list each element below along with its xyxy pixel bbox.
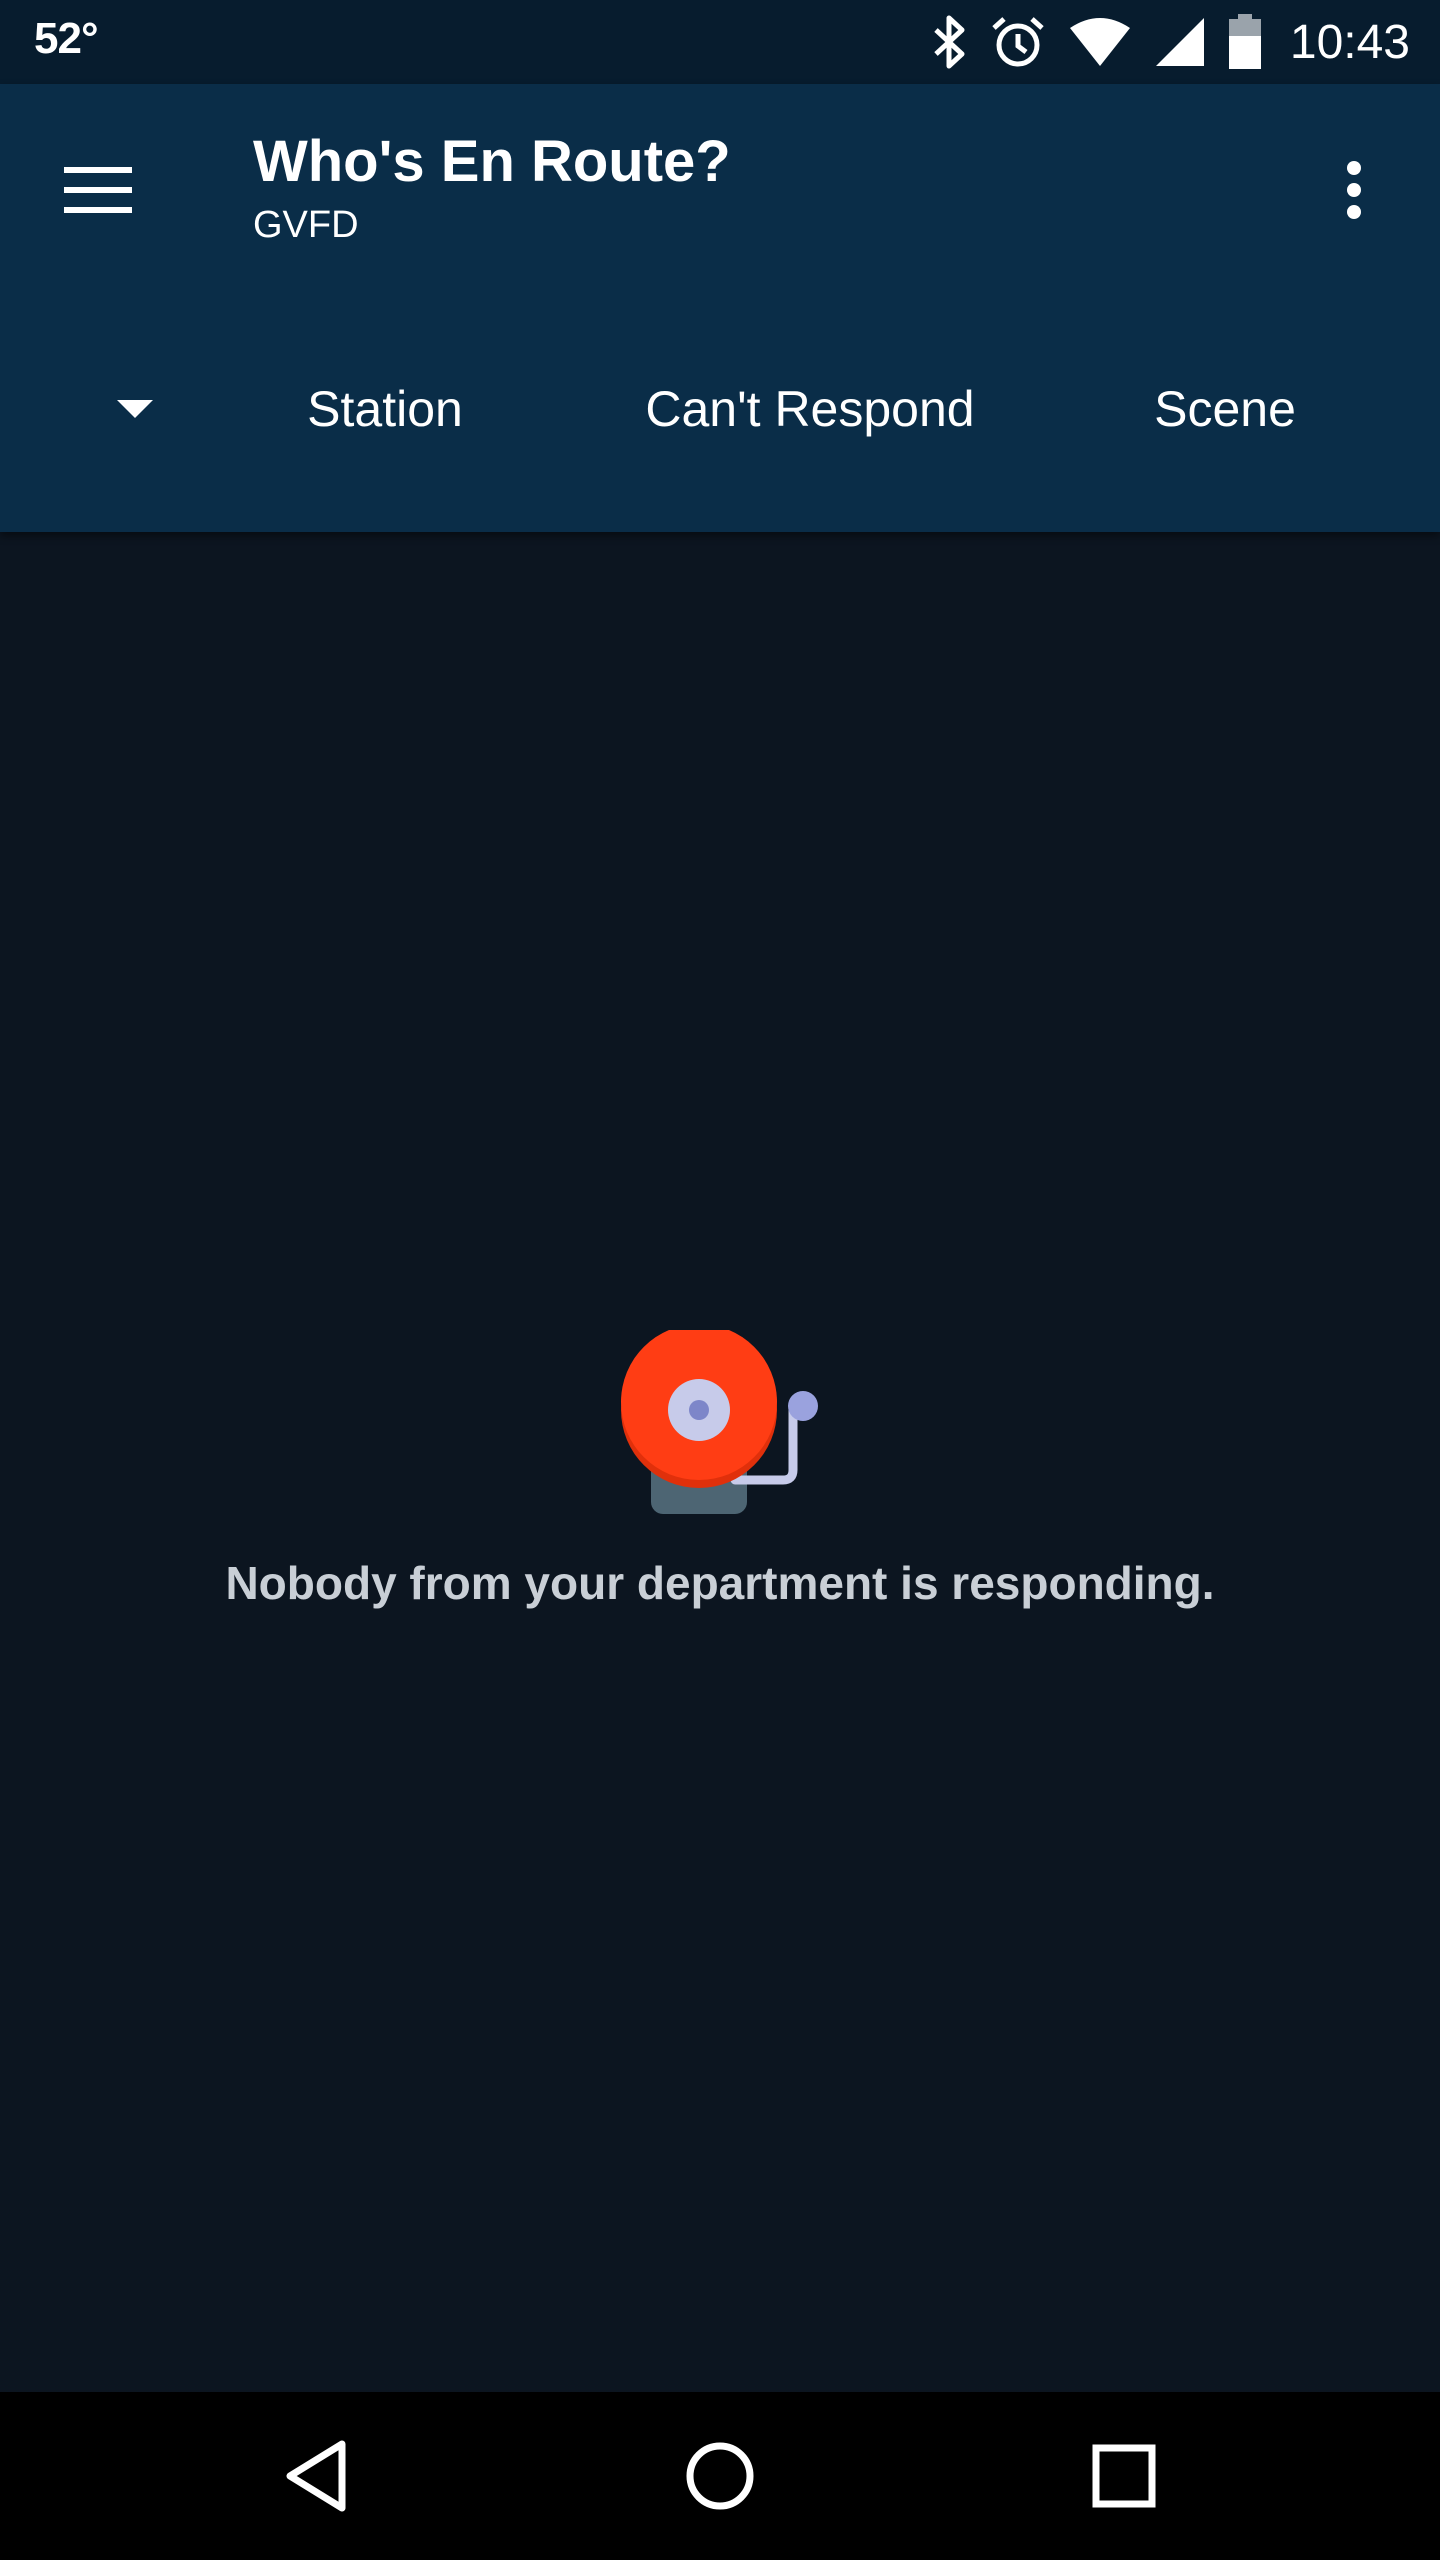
app-screen: 52° 10:43 Who's En Route? GVFD Station C… <box>0 0 1440 2560</box>
hamburger-menu-icon <box>64 167 132 213</box>
fire-alarm-bell-icon <box>615 1324 835 1530</box>
tab-scene[interactable]: Scene <box>1110 354 1340 464</box>
page-title: Who's En Route? <box>253 129 731 194</box>
status-tabs: Station Can't Respond Scene <box>0 354 1440 464</box>
system-nav-bar <box>0 2392 1440 2560</box>
title-block: Who's En Route? GVFD <box>253 120 731 250</box>
wifi-icon <box>1068 16 1132 68</box>
bluetooth-icon <box>932 14 968 70</box>
battery-icon <box>1228 14 1262 70</box>
back-button[interactable] <box>266 2426 366 2526</box>
tab-station[interactable]: Station <box>245 354 525 464</box>
tab-dropdown[interactable] <box>90 354 180 464</box>
recents-button[interactable] <box>1074 2426 1174 2526</box>
menu-button[interactable] <box>52 144 144 236</box>
home-button[interactable] <box>670 2426 770 2526</box>
home-icon <box>686 2442 754 2510</box>
cell-signal-icon <box>1154 16 1206 68</box>
app-bar: Who's En Route? GVFD Station Can't Respo… <box>0 84 1440 532</box>
department-subtitle: GVFD <box>253 204 359 246</box>
tab-cant-respond[interactable]: Can't Respond <box>610 354 1010 464</box>
more-vert-icon <box>1347 161 1361 219</box>
overflow-menu-button[interactable] <box>1308 144 1400 236</box>
recents-icon <box>1092 2444 1156 2508</box>
status-icons: 10:43 <box>932 10 1410 74</box>
dropdown-arrow-icon <box>117 400 153 418</box>
clock-time: 10:43 <box>1289 15 1410 69</box>
temperature-readout: 52° <box>34 14 99 63</box>
empty-state-message: Nobody from your department is respondin… <box>225 1557 1215 1609</box>
alarm-icon <box>990 14 1046 70</box>
back-icon <box>286 2440 346 2512</box>
status-bar: 52° 10:43 <box>0 0 1440 84</box>
